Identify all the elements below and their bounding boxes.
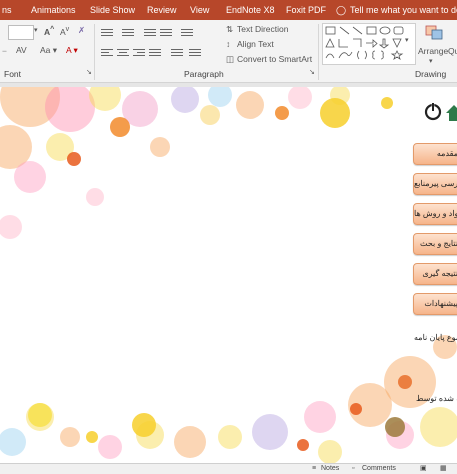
align-right-icon[interactable]: [133, 47, 145, 57]
nav-button-results[interactable]: نتایج و بحث: [413, 233, 457, 255]
change-case-icon[interactable]: Aa ▾: [40, 45, 57, 56]
rtl-icon[interactable]: [189, 47, 201, 57]
char-spacing-icon[interactable]: AV: [16, 45, 27, 55]
chevron-down-icon[interactable]: ▾: [405, 36, 409, 44]
bubble-background: [0, 87, 457, 463]
power-icon[interactable]: [424, 101, 457, 123]
tab-review[interactable]: Review: [147, 5, 177, 15]
smartart-icon[interactable]: ◫: [226, 54, 234, 65]
drawing-group-label: Drawing: [415, 69, 447, 79]
bullets-icon[interactable]: [101, 27, 113, 37]
nav-button-methods[interactable]: مواد و روش ها: [413, 203, 457, 225]
comments-icon[interactable]: ▫: [352, 465, 354, 472]
paragraph-group-label: Paragraph: [184, 69, 224, 79]
chevron-down-icon[interactable]: ▾: [34, 26, 38, 34]
ribbon-tab-bar: ns Animations Slide Show Review View End…: [0, 0, 457, 20]
shapes-gallery[interactable]: [322, 23, 416, 65]
numbering-icon[interactable]: [122, 27, 134, 37]
slide-canvas[interactable]: مقدمه بررسی پیرمنابع مواد و روش ها نتایج…: [0, 87, 457, 463]
font-color-icon[interactable]: A ▾: [66, 45, 78, 56]
tab-animations[interactable]: Animations: [31, 5, 76, 15]
columns-icon[interactable]: [171, 47, 183, 57]
nav-button-literature-review[interactable]: بررسی پیرمنابع: [413, 173, 457, 195]
lightbulb-icon: ◯: [336, 5, 347, 15]
tell-me-box[interactable]: Tell me what you want to do...: [350, 5, 457, 15]
shrink-font-icon[interactable]: Av: [60, 25, 69, 37]
arrange-icon[interactable]: [424, 24, 446, 42]
separator: [318, 24, 319, 80]
thesis-title-label: موضوع پایان نامه :: [414, 333, 457, 342]
font-group-label: Font: [4, 69, 22, 79]
align-center-icon[interactable]: [117, 47, 129, 57]
clear-format-icon[interactable]: ✗: [78, 25, 85, 36]
slide-sorter-icon[interactable]: ▦: [440, 464, 447, 472]
arrange-button[interactable]: Arrange: [418, 46, 448, 56]
nav-button-suggestions[interactable]: پیشنهادات: [413, 293, 457, 315]
tab-view[interactable]: View: [190, 5, 209, 15]
convert-smartart-button[interactable]: Convert to SmartArt: [237, 54, 312, 64]
font-size-box[interactable]: [8, 25, 34, 40]
author-label: تهیه شده توسط :: [416, 394, 457, 403]
font-launcher-icon[interactable]: ↘: [86, 68, 92, 76]
tab-endnote[interactable]: EndNote X8: [226, 5, 275, 15]
comments-button[interactable]: Comments: [362, 465, 396, 472]
separator: [94, 24, 95, 80]
increase-indent-icon[interactable]: [160, 27, 172, 37]
grow-font-icon[interactable]: A^: [44, 25, 54, 37]
align-text-icon[interactable]: ↕: [226, 39, 230, 49]
notes-icon[interactable]: ≡: [312, 465, 316, 472]
line-spacing-icon[interactable]: [181, 27, 193, 37]
normal-view-icon[interactable]: ▣: [420, 464, 427, 472]
decrease-indent-icon[interactable]: [144, 27, 156, 37]
text-direction-icon[interactable]: ⇅: [226, 24, 233, 35]
tab-partial[interactable]: ns: [2, 5, 12, 15]
shapes-icon: [325, 26, 404, 60]
shadow-icon[interactable]: −: [2, 46, 7, 56]
nav-button-conclusion[interactable]: نتیجه گیری: [413, 263, 457, 285]
chevron-down-icon[interactable]: ▾: [429, 57, 433, 65]
justify-icon[interactable]: [149, 47, 161, 57]
ribbon: ▾ A^ Av ✗ − AV Aa ▾ A ▾ Font ↘ ⇅ Text Di…: [0, 20, 457, 83]
notes-button[interactable]: Notes: [321, 465, 339, 472]
quick-styles-button[interactable]: Qu St: [448, 46, 457, 56]
align-left-icon[interactable]: [101, 47, 113, 57]
tab-slide-show[interactable]: Slide Show: [90, 5, 135, 15]
text-direction-button[interactable]: Text Direction: [237, 24, 289, 34]
nav-button-introduction[interactable]: مقدمه: [413, 143, 457, 165]
align-text-button[interactable]: Align Text: [237, 39, 274, 49]
paragraph-launcher-icon[interactable]: ↘: [309, 68, 315, 76]
tab-foxit-pdf[interactable]: Foxit PDF: [286, 5, 326, 15]
status-bar: ≡ Notes ▫ Comments ▣ ▦: [0, 463, 457, 474]
